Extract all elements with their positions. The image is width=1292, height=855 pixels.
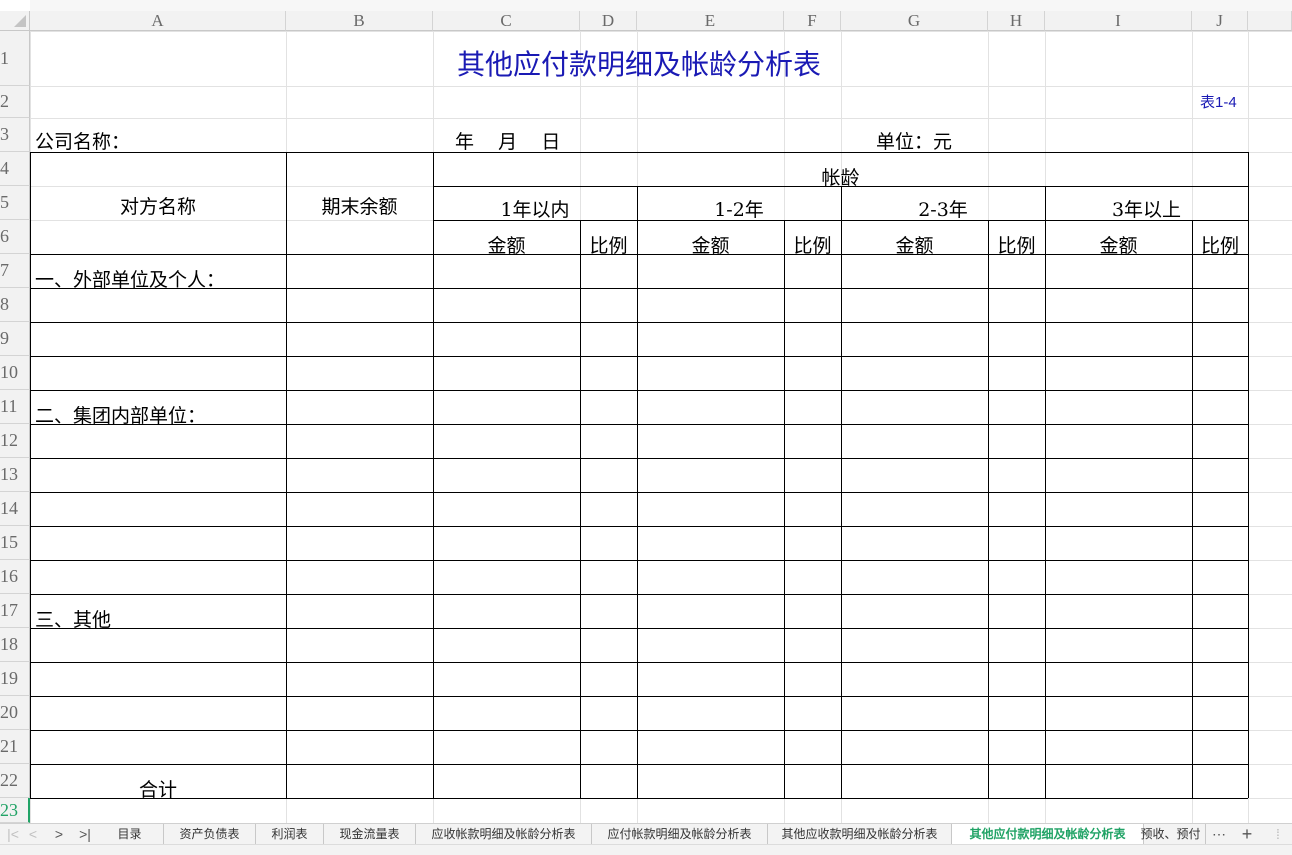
row-header-8[interactable]: 8 — [0, 288, 30, 322]
sub-ratio-1: 比例 — [589, 235, 628, 257]
sheet-tab-9[interactable]: 预收、预付 — [1136, 824, 1206, 844]
column-header-overflow[interactable] — [1248, 11, 1292, 31]
report-date-label: 年 月 日 — [455, 131, 561, 153]
row-header-7[interactable]: 7 — [0, 254, 30, 288]
aging-group-3: 2-3年 — [918, 199, 968, 221]
spreadsheet-grid[interactable]: ABCDEFGHIJ 1 2 3 4 5 6 7 8 9 10 11 12 13 14 15 16 17 18 19… — [0, 0, 1292, 823]
row-header-5[interactable]: 5 — [0, 186, 30, 220]
sub-amount-4: 金额 — [1099, 235, 1138, 257]
status-bar — [0, 844, 1292, 855]
column-header-d[interactable]: D — [580, 11, 637, 31]
sheet-tab-7[interactable]: 其他应收款明细及帐龄分析表 — [768, 824, 952, 844]
row-header-11[interactable]: 11 — [0, 390, 30, 424]
sub-ratio-3: 比例 — [997, 235, 1036, 257]
aging-group-4: 3年以上 — [1111, 199, 1182, 221]
row-header-2[interactable]: 2 — [0, 86, 30, 118]
row-header-23[interactable]: 23 — [0, 798, 30, 823]
aging-group-1: 1年以内 — [500, 199, 570, 221]
tab-nav-first[interactable]: |< — [4, 824, 22, 844]
column-header-c[interactable]: C — [433, 11, 580, 31]
column-header-h[interactable]: H — [988, 11, 1045, 31]
row-header-18[interactable]: 18 — [0, 628, 30, 662]
tab-nav-next[interactable]: > — [50, 824, 68, 844]
section-external: 一、外部单位及个人： — [35, 269, 226, 291]
sub-ratio-2: 比例 — [793, 235, 832, 257]
row-header-15[interactable]: 15 — [0, 526, 30, 560]
sheet-tab-8[interactable]: 其他应付款明细及帐龄分析表 — [952, 824, 1144, 844]
report-title: 其他应付款明细及帐龄分析表 — [456, 49, 821, 80]
aging-group-2: 1-2年 — [714, 199, 764, 221]
column-header-j[interactable]: J — [1192, 11, 1248, 31]
sheet-tab-3[interactable]: 利润表 — [256, 824, 324, 844]
row-header-12[interactable]: 12 — [0, 424, 30, 458]
column-header-f[interactable]: F — [784, 11, 841, 31]
sheet-tab-5[interactable]: 应收帐款明细及帐龄分析表 — [416, 824, 592, 844]
row-header-3[interactable]: 3 — [0, 118, 30, 152]
table-number: 表1-4 — [1200, 94, 1237, 111]
row-header-14[interactable]: 14 — [0, 492, 30, 526]
section-internal: 二、集团内部单位： — [35, 405, 207, 427]
tab-nav-last[interactable]: >| — [74, 824, 96, 844]
select-all-corner[interactable] — [0, 11, 30, 31]
section-other: 三、其他 — [35, 609, 112, 631]
add-sheet-button[interactable]: + — [1236, 824, 1258, 844]
more-tabs-button[interactable]: ⋯ — [1208, 824, 1230, 844]
row-header-6[interactable]: 6 — [0, 220, 30, 254]
sheet-tab-bar: |< < > >| 目录 资产负债表 利润表 现金流量表 应收帐款明细及帐龄分析表 应付帐… — [0, 823, 1292, 844]
row-header-16[interactable]: 16 — [0, 560, 30, 594]
row-header-20[interactable]: 20 — [0, 696, 30, 730]
row-header-10[interactable]: 10 — [0, 356, 30, 390]
sub-amount-1: 金额 — [487, 235, 526, 257]
scroll-handle-icon[interactable]: ⁞ — [1266, 824, 1290, 844]
tab-nav-prev[interactable]: < — [24, 824, 42, 844]
column-header-i[interactable]: I — [1045, 11, 1192, 31]
sub-amount-2: 金额 — [691, 235, 730, 257]
row-header-17[interactable]: 17 — [0, 594, 30, 628]
row-header-13[interactable]: 13 — [0, 458, 30, 492]
header-aging: 帐龄 — [821, 167, 860, 189]
row-header-4[interactable]: 4 — [0, 152, 30, 186]
row-header-22[interactable]: 22 — [0, 764, 30, 798]
total-label: 合计 — [138, 779, 177, 801]
sheet-tab-4[interactable]: 现金流量表 — [324, 824, 416, 844]
row-header-9[interactable]: 9 — [0, 322, 30, 356]
unit-label: 单位：元 — [876, 131, 953, 153]
sub-amount-3: 金额 — [895, 235, 934, 257]
column-header-a[interactable]: A — [30, 11, 286, 31]
sheet-tab-6[interactable]: 应付帐款明细及帐龄分析表 — [592, 824, 768, 844]
column-header-e[interactable]: E — [637, 11, 784, 31]
row-header-21[interactable]: 21 — [0, 730, 30, 764]
header-counterparty: 对方名称 — [119, 196, 196, 218]
sheet-tab-2[interactable]: 资产负债表 — [164, 824, 256, 844]
company-name-label: 公司名称： — [35, 131, 131, 153]
sheet-tab-1[interactable]: 目录 — [96, 824, 164, 844]
sub-ratio-4: 比例 — [1200, 235, 1239, 257]
row-header-19[interactable]: 19 — [0, 662, 30, 696]
row-header-1[interactable]: 1 — [0, 31, 30, 86]
header-balance: 期末余额 — [321, 196, 398, 218]
column-header-b[interactable]: B — [286, 11, 433, 31]
column-header-g[interactable]: G — [841, 11, 988, 31]
